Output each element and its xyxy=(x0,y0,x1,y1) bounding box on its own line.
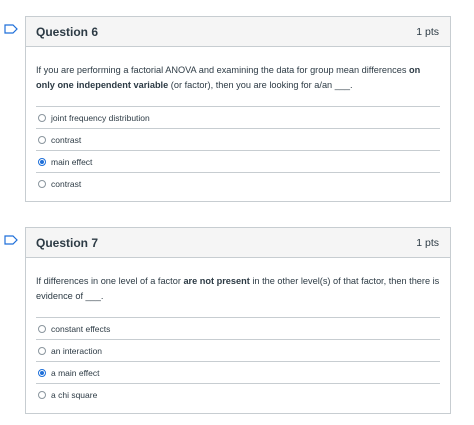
answer-label: an interaction xyxy=(51,345,103,356)
question-card-7: Question 7 1 pts If differences in one l… xyxy=(25,227,451,414)
flag-question-icon[interactable] xyxy=(4,235,18,245)
radio-button[interactable] xyxy=(38,390,46,399)
radio-button-selected[interactable] xyxy=(38,157,46,166)
question-header: Question 6 1 pts xyxy=(26,17,450,47)
answer-option[interactable]: a main effect xyxy=(36,361,440,383)
answer-option[interactable]: contrast xyxy=(36,172,440,194)
question-title: Question 6 xyxy=(36,24,99,39)
question-text: If you are performing a factorial ANOVA … xyxy=(36,65,421,90)
answer-label: contrast xyxy=(51,178,82,189)
question-card-6: Question 6 1 pts If you are performing a… xyxy=(25,16,451,202)
answer-label: joint frequency distribution xyxy=(51,112,150,123)
answer-option[interactable]: constant effects xyxy=(36,317,440,339)
radio-button[interactable] xyxy=(38,179,46,188)
answer-list: joint frequency distribution contrast ma… xyxy=(36,106,440,204)
answer-option[interactable]: a chi square xyxy=(36,383,440,405)
answer-option[interactable]: main effect xyxy=(36,150,440,172)
flag-question-icon[interactable] xyxy=(4,24,18,34)
answer-label: contrast xyxy=(51,134,82,145)
question-title: Question 7 xyxy=(36,235,99,250)
radio-button[interactable] xyxy=(38,346,46,355)
answer-label: constant effects xyxy=(51,323,111,334)
question-header: Question 7 1 pts xyxy=(26,228,450,258)
answer-label: a main effect xyxy=(51,367,100,378)
answer-label: main effect xyxy=(51,156,93,167)
radio-button-selected[interactable] xyxy=(38,368,46,377)
question-text: If differences in one level of a factor … xyxy=(36,276,440,301)
radio-button[interactable] xyxy=(38,324,46,333)
answer-list: constant effects an interaction a main e… xyxy=(36,317,440,415)
answer-option[interactable]: contrast xyxy=(36,128,440,150)
question-points: 1 pts xyxy=(416,25,439,38)
radio-button[interactable] xyxy=(38,135,46,144)
answer-option[interactable]: joint frequency distribution xyxy=(36,106,440,128)
radio-button[interactable] xyxy=(38,113,46,122)
answer-label: a chi square xyxy=(51,389,98,400)
answer-option[interactable]: an interaction xyxy=(36,339,440,361)
question-points: 1 pts xyxy=(416,236,439,249)
